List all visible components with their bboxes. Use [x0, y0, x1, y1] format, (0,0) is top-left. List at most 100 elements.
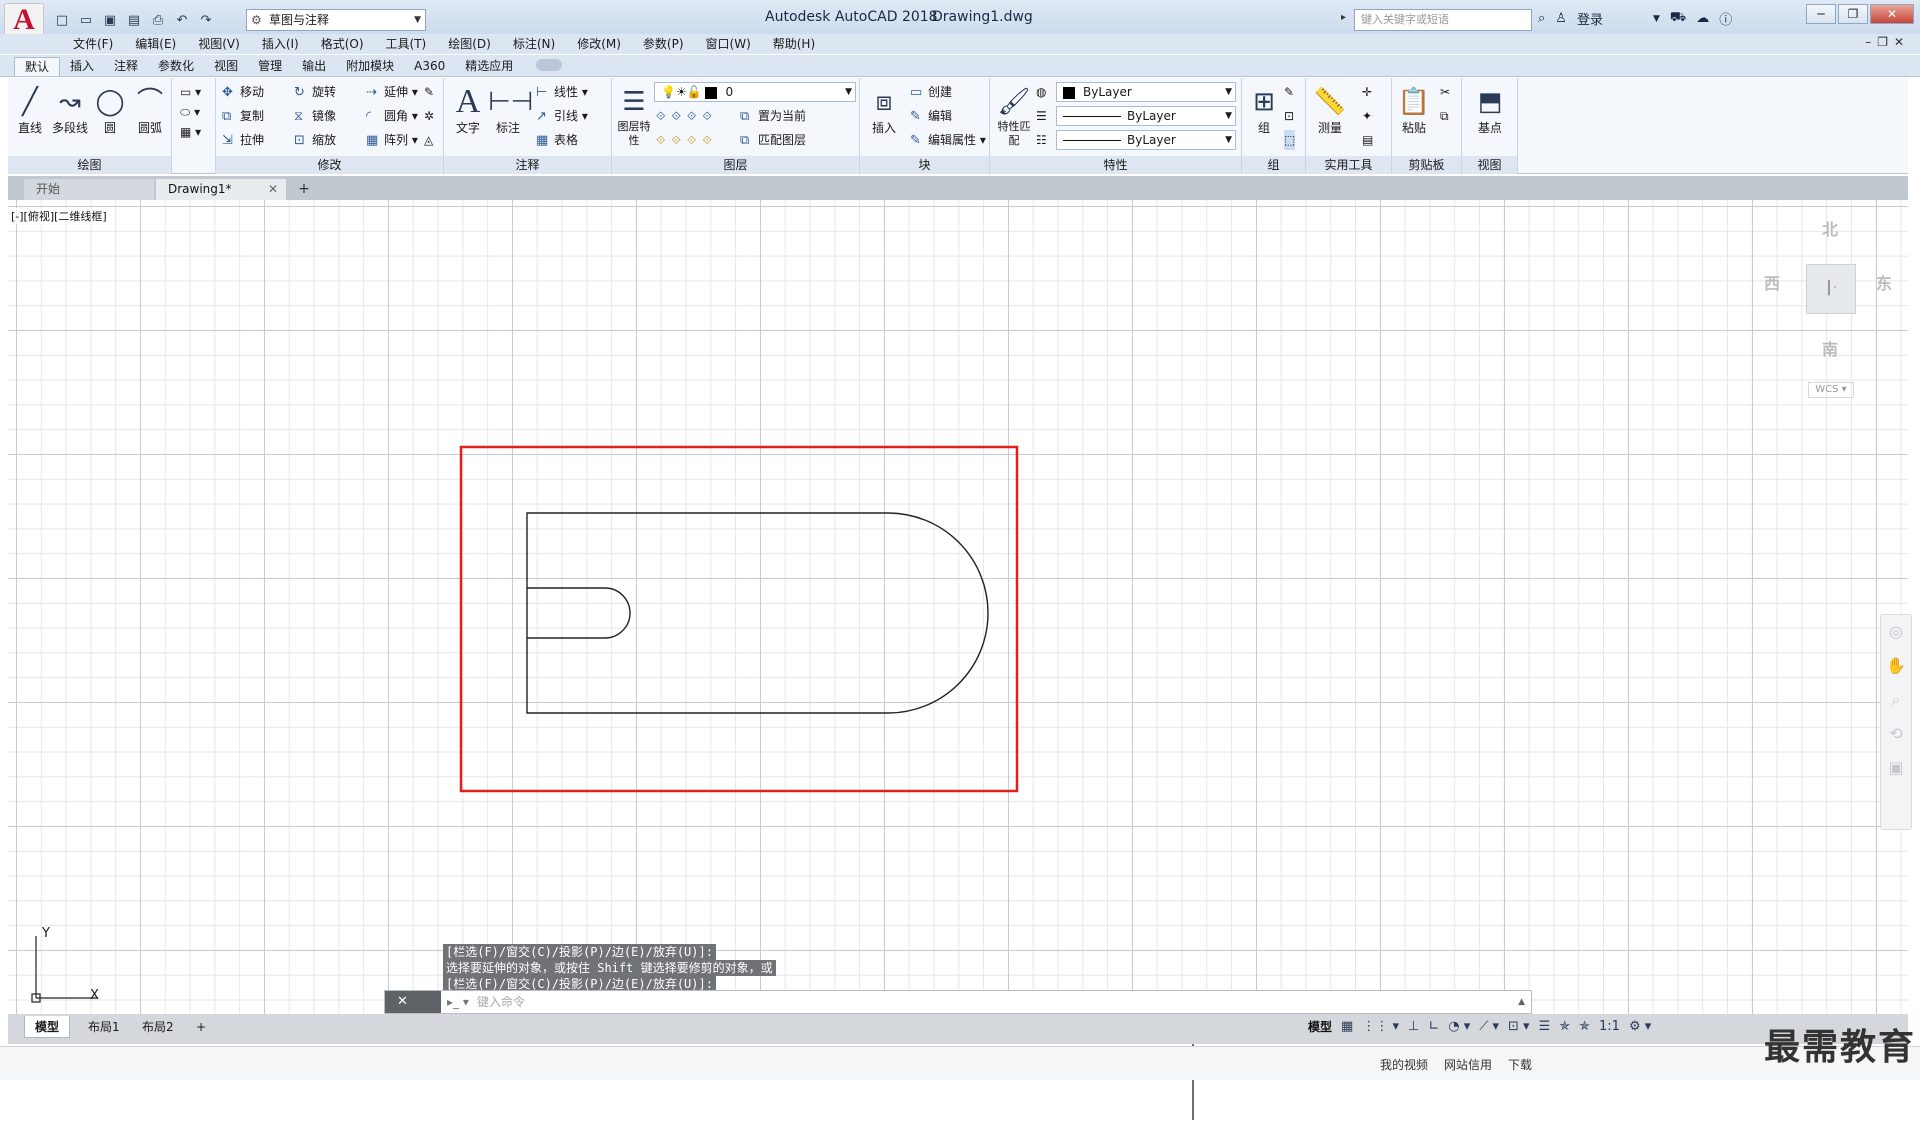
ortho-icon[interactable]: ∟ [1428, 1019, 1439, 1034]
linear-button[interactable]: ⊢ 线性 ▾ [536, 82, 588, 102]
panel-title-clipboard[interactable]: 剪贴板 [1392, 156, 1461, 174]
snap-icon[interactable]: ⋮⋮ ▾ [1362, 1019, 1399, 1034]
panel-title-block[interactable]: 块 [860, 156, 989, 174]
viewcube[interactable]: 北 西 东 南 ┃· WCS ▾ [1758, 210, 1898, 400]
cut-icon[interactable]: ✂ [1440, 82, 1450, 102]
menu-item[interactable]: 插入(I) [251, 36, 310, 52]
viewcube-south[interactable]: 南 [1822, 336, 1838, 360]
drawing-canvas[interactable]: [-][俯视][二维线框] 北 西 东 南 ┃· WCS ▾ ◎ ✋ ⌕ ⟲ ▣ [8, 200, 1912, 1120]
table-button[interactable]: ▦ 表格 [536, 130, 578, 150]
viewcube-north[interactable]: 北 [1822, 216, 1838, 240]
text-button[interactable]: A 文字 [448, 84, 488, 136]
create-block-button[interactable]: ▭ 创建 [910, 82, 952, 102]
arc-button[interactable]: ⌒ 圆弧 [130, 84, 170, 136]
panel-title-layers[interactable]: 图层 [612, 156, 859, 174]
model-space-toggle[interactable]: 模型 [1308, 1018, 1332, 1035]
ribbon-tab[interactable]: 插入 [60, 57, 104, 76]
offset-icon[interactable]: ◬ [424, 130, 433, 150]
group-button[interactable]: ⊞ 组 [1244, 84, 1284, 136]
showmotion-icon[interactable]: ▣ [1881, 751, 1911, 785]
pan-icon[interactable]: ✋ [1881, 649, 1911, 683]
group-edit-icon[interactable]: ⊡ [1284, 106, 1294, 126]
match-properties-button[interactable]: 🖌 特性匹配 [994, 84, 1034, 148]
tab-layout1[interactable]: 布局1 [78, 1016, 130, 1038]
line-button[interactable]: ╱ 直线 [10, 84, 50, 136]
command-input[interactable]: 键入命令 [477, 991, 525, 1013]
panel-title-modify[interactable]: 修改 [216, 156, 443, 174]
cart-icon[interactable]: ⛟ [1670, 10, 1686, 27]
tab-start[interactable]: 开始 [24, 179, 154, 200]
print-icon[interactable]: ⎙ [148, 10, 168, 30]
save-as-icon[interactable]: ▤ [124, 10, 144, 30]
settings-icon[interactable]: ⚙ ▾ [1629, 1019, 1651, 1034]
panel-title-view[interactable]: 视图 [1462, 156, 1517, 174]
lineweight-status-icon[interactable]: ☰ [1539, 1019, 1551, 1034]
layer-dropdown[interactable]: 💡☀🔓 0 ▼ [654, 82, 856, 102]
polyline-button[interactable]: ↝ 多段线 [50, 84, 90, 136]
menu-item[interactable]: 窗口(W) [695, 36, 762, 52]
application-menu-button[interactable]: A [4, 3, 44, 37]
mdi-controls[interactable]: –❐✕ [1865, 35, 1910, 49]
object-snap-tracking-icon[interactable]: ⟋ ▾ [1479, 1019, 1499, 1034]
ribbon-tab[interactable]: 视图 [204, 57, 248, 76]
infer-constraints-icon[interactable]: ⊥ [1408, 1019, 1419, 1034]
search-input[interactable]: 键入关键字或短语 [1354, 9, 1532, 31]
ribbon-tab[interactable]: 默认 [14, 57, 61, 76]
color-dropdown[interactable]: ByLayer ▼ [1056, 82, 1236, 102]
expand-icon[interactable]: ▸ [1341, 12, 1346, 23]
binoculars-icon[interactable]: ⌕ [1538, 11, 1545, 26]
menu-item[interactable]: 参数(P) [632, 36, 695, 52]
layer-properties-button[interactable]: ☰ 图层特性 [614, 84, 654, 148]
dimension-button[interactable]: ⊢⊣ 标注 [488, 84, 533, 136]
group-select-icon[interactable]: ⬚ [1284, 130, 1296, 150]
menu-item[interactable]: 视图(V) [187, 36, 251, 52]
copy-button[interactable]: ⧉ 复制 [222, 106, 264, 126]
leader-button[interactable]: ↗ 引线 ▾ [536, 106, 588, 126]
maximize-button[interactable]: ❐ [1838, 4, 1868, 24]
ribbon-tab[interactable]: A360 [404, 57, 455, 76]
stretch-button[interactable]: ⇲ 拉伸 [222, 130, 264, 150]
chevron-up-icon[interactable]: ▲ [1518, 991, 1525, 1013]
zoom-icon[interactable]: ⌕ [1881, 683, 1911, 717]
edit-attributes-button[interactable]: ✎ 编辑属性 ▾ [910, 130, 986, 150]
menu-item[interactable]: 文件(F) [62, 36, 124, 52]
site-credit-link[interactable]: 网站信用 [1444, 1056, 1492, 1073]
annotation-scale[interactable]: 1:1 [1599, 1019, 1620, 1034]
set-current-button[interactable]: ⧉ 置为当前 [740, 106, 806, 126]
annotation-scale-icon[interactable]: ✯ [1579, 1019, 1590, 1034]
ungroup-icon[interactable]: ✎ [1284, 82, 1294, 102]
explode-icon[interactable]: ✲ [424, 106, 434, 126]
ribbon-tab[interactable]: 管理 [248, 57, 292, 76]
a360-icon[interactable]: ☁ [1696, 11, 1709, 26]
tab-layout2[interactable]: 布局2 [132, 1016, 184, 1038]
ribbon-tab[interactable]: 精选应用 [455, 57, 523, 76]
close-icon[interactable]: ✕ [268, 179, 278, 200]
undo-icon[interactable]: ↶ [172, 10, 192, 30]
tab-drawing1[interactable]: Drawing1* ✕ [156, 179, 286, 200]
extend-button[interactable]: ⇢ 延伸 ▾ [366, 82, 418, 102]
rotate-button[interactable]: ↻ 旋转 [294, 82, 336, 102]
rectangle-icon[interactable]: ▭ ▾ [180, 82, 201, 102]
layer-tools-row2[interactable]: ⟐⟐⟐⟐ [656, 130, 718, 150]
panel-title-draw[interactable]: 绘图 [8, 156, 171, 174]
erase-icon[interactable]: ✎ [424, 82, 434, 102]
object-snap-icon[interactable]: ⊡ ▾ [1508, 1019, 1530, 1034]
wcs-menu[interactable]: WCS ▾ [1808, 382, 1854, 398]
mirror-button[interactable]: ⧖ 镜像 [294, 106, 336, 126]
minimize-button[interactable]: ─ [1806, 4, 1836, 24]
menu-item[interactable]: 编辑(E) [124, 36, 187, 52]
fillet-button[interactable]: ◜ 圆角 ▾ [366, 106, 418, 126]
linetype-dropdown[interactable]: ByLayer ▼ [1056, 130, 1236, 150]
move-button[interactable]: ✥ 移动 [222, 82, 264, 102]
base-view-button[interactable]: ⬒ 基点 [1470, 84, 1510, 136]
match-layer-button[interactable]: ⧉ 匹配图层 [740, 130, 806, 150]
new-file-icon[interactable]: □ [52, 10, 72, 30]
hatch-icon[interactable]: ▦ ▾ [180, 122, 201, 142]
panel-title-annotation[interactable]: 注释 [444, 156, 611, 174]
grid-icon[interactable]: ▦ [1341, 1019, 1353, 1034]
save-icon[interactable]: ▣ [100, 10, 120, 30]
ribbon-tab[interactable]: 输出 [292, 57, 336, 76]
polar-tracking-icon[interactable]: ◔ ▾ [1448, 1019, 1470, 1034]
point-icon[interactable]: ✦ [1362, 106, 1372, 126]
chevron-down-icon[interactable]: ▼ [1653, 14, 1660, 24]
